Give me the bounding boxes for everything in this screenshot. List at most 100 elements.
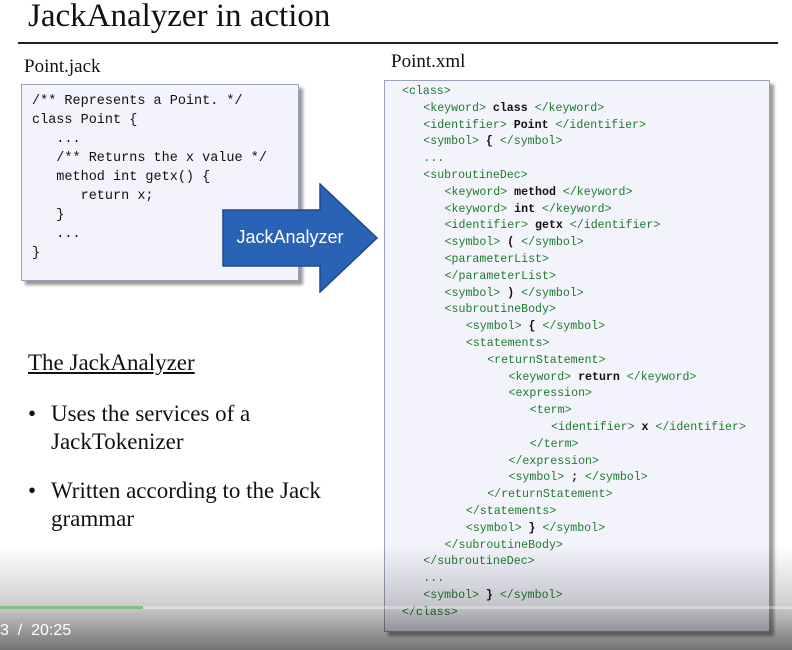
xml-tag: <symbol> — [444, 286, 501, 300]
xml-tag: <keyword> — [423, 101, 486, 115]
xml-tag: <parameterList> — [444, 253, 549, 266]
jack-file-label: Point.jack — [24, 56, 101, 77]
xml-line: </term> — [530, 437, 579, 454]
xml-tag: <class> — [402, 85, 451, 98]
xml-line: <statements> — [466, 336, 550, 353]
xml-line: ... — [423, 571, 444, 588]
xml-tag: </identifier> — [555, 118, 646, 132]
xml-line: <keyword> int </keyword> — [445, 202, 612, 219]
xml-token-value: { — [521, 320, 543, 334]
xml-tag: <keyword> — [444, 202, 508, 216]
xml-token-value: } — [478, 589, 500, 602]
xml-line: <symbol> } </symbol> — [423, 588, 562, 605]
xml-line: <symbol> ; </symbol> — [509, 470, 648, 487]
xml-line: <identifier> Point </identifier> — [423, 118, 646, 135]
bullet-text: Uses the services of a JackTokenizer — [51, 401, 251, 454]
bullet-item: • Written according to the Jack grammar — [28, 477, 328, 537]
xml-line: <identifier> x </identifier> — [551, 420, 746, 437]
xml-tag: <identifier> — [444, 219, 529, 233]
xml-line: <keyword> method </keyword> — [445, 185, 633, 202]
xml-tag: </subroutineBody> — [444, 538, 563, 552]
bullet-text: Written according to the Jack grammar — [51, 478, 321, 531]
xml-line: </subroutineBody> — [445, 538, 563, 555]
xml-tag: <keyword> — [444, 185, 508, 199]
xml-tag: </returnStatement> — [487, 488, 613, 502]
xml-tag: </identifier> — [569, 219, 661, 233]
xml-tag: </identifier> — [655, 421, 746, 434]
xml-tag: <expression> — [508, 387, 593, 401]
title-divider — [18, 42, 778, 44]
xml-tag: </symbol> — [542, 521, 606, 535]
xml-line: </statements> — [466, 504, 556, 521]
xml-tag: </subroutineDec> — [423, 555, 535, 569]
xml-token-value: class — [485, 101, 535, 115]
xml-line: <expression> — [509, 386, 593, 403]
jackanalyzer-arrow: JackAnalyzer — [222, 182, 380, 294]
xml-token-value: { — [478, 135, 500, 149]
xml-line: <symbol> ) </symbol> — [445, 286, 584, 303]
video-progress-bar[interactable] — [0, 606, 792, 609]
xml-tag: </symbol> — [521, 286, 584, 300]
xml-tag: ... — [423, 572, 445, 586]
xml-tag: </keyword> — [542, 202, 612, 216]
xml-token-value: int — [507, 202, 543, 216]
xml-line: <keyword> return </keyword> — [509, 370, 697, 387]
xml-line: <class> — [402, 84, 451, 101]
bullet-marker: • — [28, 401, 37, 426]
xml-tag: <symbol> — [444, 236, 501, 250]
xml-token-value: ( — [500, 236, 522, 250]
xml-file-label: Point.xml — [391, 51, 466, 72]
slide-title: JackAnalyzer in action — [28, 0, 331, 34]
xml-tag: <symbol> — [423, 589, 479, 602]
xml-tag: <identifier> — [551, 421, 635, 434]
xml-tag: </parameterList> — [444, 269, 556, 283]
xml-tag: </statements> — [465, 505, 557, 518]
xml-line: </returnStatement> — [487, 487, 612, 504]
xml-line: <subroutineDec> — [423, 168, 527, 185]
xml-line: ... — [423, 151, 444, 168]
bullet-item: • Uses the services of a JackTokenizer — [28, 400, 328, 460]
xml-tag: <term> — [529, 404, 572, 418]
xml-tag: </term> — [529, 437, 579, 451]
xml-line: </parameterList> — [445, 269, 556, 286]
xml-line: <symbol> { </symbol> — [423, 134, 562, 151]
xml-line: <symbol> } </symbol> — [466, 521, 605, 538]
xml-line: <parameterList> — [445, 252, 549, 269]
xml-token-value: return — [571, 370, 627, 384]
xml-tag: </keyword> — [562, 185, 633, 199]
xml-token-value: ; — [564, 471, 586, 485]
xml-tag: <symbol> — [465, 521, 522, 535]
xml-line: <identifier> getx </identifier> — [445, 218, 661, 235]
xml-line: <subroutineBody> — [445, 302, 556, 319]
xml-line: <term> — [530, 403, 572, 420]
xml-tag: ... — [423, 152, 445, 166]
video-time-display: 3 / 20:25 — [0, 622, 72, 639]
xml-tag: <keyword> — [508, 370, 572, 384]
xml-tag: <returnStatement> — [487, 353, 606, 367]
xml-line: <symbol> ( </symbol> — [445, 235, 584, 252]
xml-token-value: method — [507, 185, 563, 199]
xml-tag: <identifier> — [423, 118, 507, 132]
xml-tag: <symbol> — [465, 320, 522, 334]
xml-token-value: } — [521, 521, 543, 535]
xml-tag: </symbol> — [499, 589, 563, 602]
xml-line: </expression> — [509, 454, 599, 471]
xml-token-value: ) — [500, 286, 522, 300]
xml-tag: </expression> — [508, 454, 599, 468]
xml-tag: </symbol> — [521, 236, 584, 250]
xml-line: <symbol> { </symbol> — [466, 319, 605, 336]
xml-tag: <subroutineDec> — [423, 169, 528, 182]
xml-token-value: x — [634, 421, 656, 434]
arrow-label: JackAnalyzer — [236, 227, 344, 247]
xml-token-value: Point — [506, 118, 556, 132]
xml-tag: </symbol> — [542, 320, 606, 334]
xml-line: <returnStatement> — [487, 353, 605, 370]
xml-tag: </symbol> — [499, 135, 563, 149]
xml-line: <keyword> class </keyword> — [423, 101, 604, 118]
xml-tag: <symbol> — [508, 471, 565, 485]
analyzer-heading: The JackAnalyzer — [28, 350, 195, 375]
xml-tag: <statements> — [465, 337, 550, 350]
xml-tag: </keyword> — [626, 370, 697, 384]
xml-tag: <subroutineBody> — [444, 303, 556, 317]
bullet-marker: • — [28, 478, 37, 503]
